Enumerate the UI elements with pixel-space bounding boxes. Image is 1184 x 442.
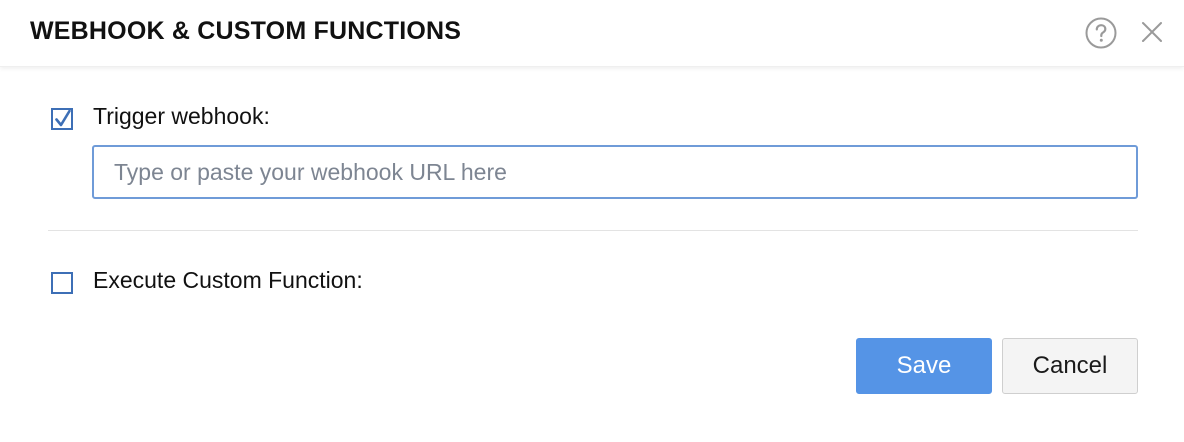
dialog-title: WEBHOOK & CUSTOM FUNCTIONS <box>30 17 462 45</box>
checkmark-icon <box>55 109 71 127</box>
help-icon[interactable] <box>1085 17 1117 49</box>
trigger-webhook-label: Trigger webhook: <box>93 103 270 129</box>
execute-custom-function-checkbox[interactable] <box>51 272 73 294</box>
dialog-header: WEBHOOK & CUSTOM FUNCTIONS <box>0 0 1184 67</box>
webhook-custom-functions-dialog: WEBHOOK & CUSTOM FUNCTIONS Trigger webho… <box>0 0 1184 442</box>
section-divider <box>48 230 1138 231</box>
close-icon[interactable] <box>1140 20 1164 44</box>
save-button[interactable]: Save <box>856 338 992 394</box>
webhook-url-input[interactable] <box>92 145 1138 199</box>
cancel-button[interactable]: Cancel <box>1002 338 1138 394</box>
execute-custom-function-label: Execute Custom Function: <box>93 267 363 293</box>
trigger-webhook-checkbox[interactable] <box>51 108 73 130</box>
